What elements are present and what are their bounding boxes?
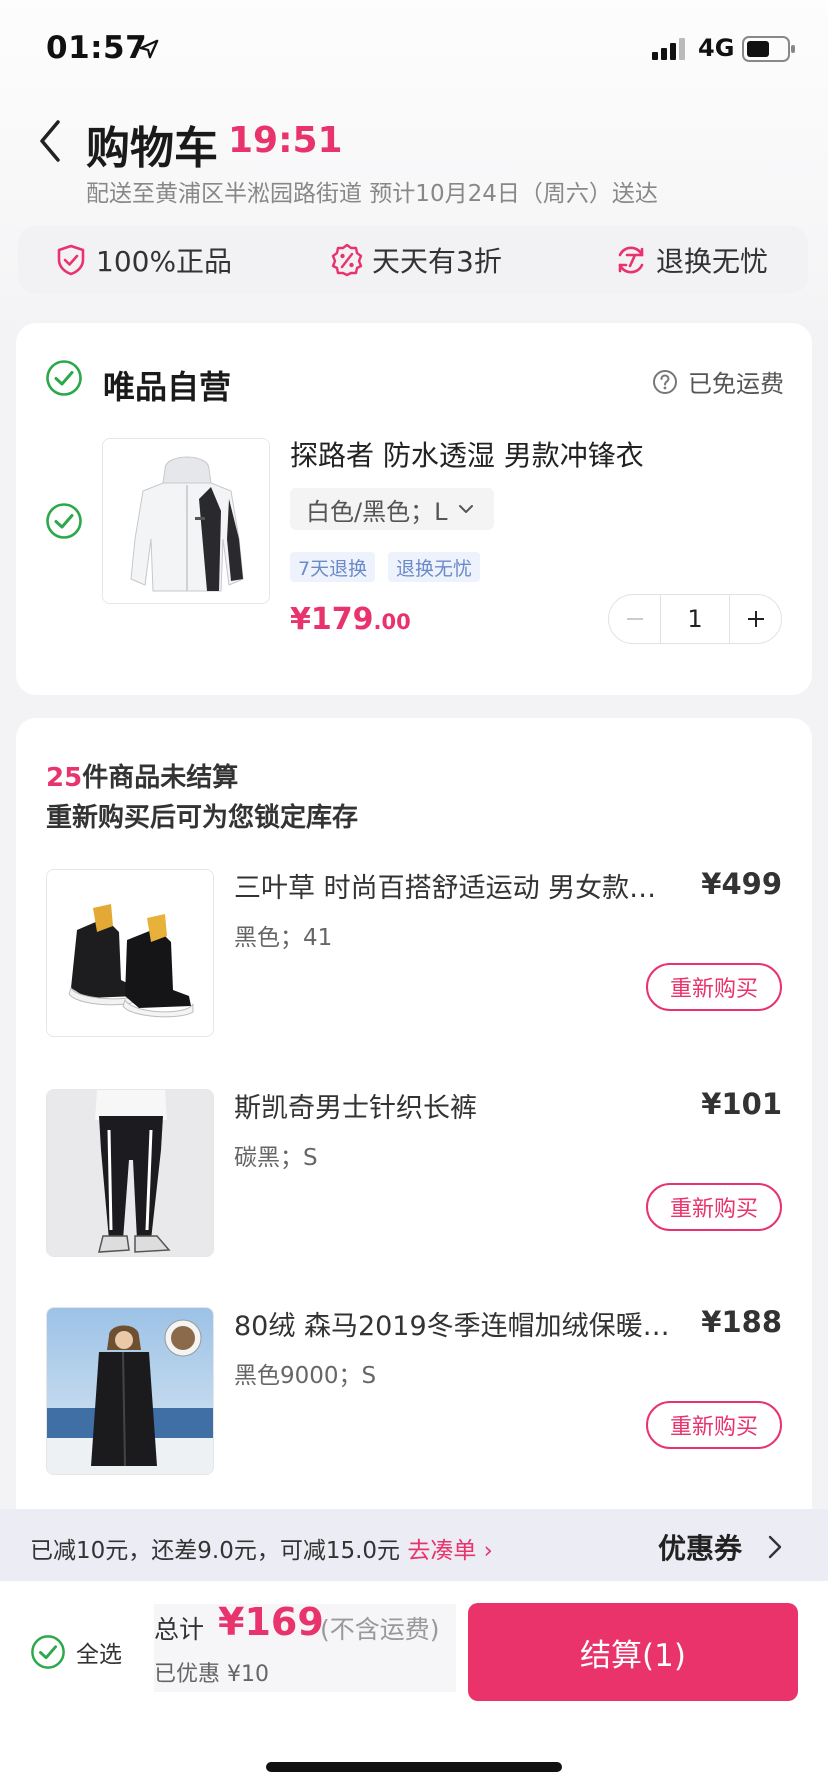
increase-button[interactable] (729, 594, 781, 644)
jacket-image (103, 439, 269, 603)
item-sku: 碳黑；S (234, 1145, 318, 1171)
discount-icon (331, 243, 363, 277)
minus-icon (626, 618, 643, 620)
coupon-label: 优惠券 (658, 1532, 743, 1565)
product-image-pants[interactable] (46, 1089, 214, 1257)
discount-saved[interactable]: 已优惠 ¥10 (154, 1656, 269, 1688)
guarantee-label: 天天有3折 (372, 245, 502, 278)
total-amount: ¥169 (218, 1600, 324, 1644)
plus-icon (747, 611, 764, 627)
page-title: 购物车 (86, 123, 218, 174)
rebuy-button[interactable]: 重新购买 (646, 1401, 782, 1449)
delivery-info[interactable]: 配送至黄浦区半淞园路街道 预计10月24日（周六）送达 (86, 174, 658, 208)
item-check-icon[interactable] (45, 502, 83, 540)
product-price: ¥179.00 (290, 602, 411, 637)
lock-stock-note: 重新购买后可为您锁定库存 (46, 803, 359, 833)
total-note: (不含运费) (320, 1615, 440, 1644)
status-bar: 01:57 4G (0, 0, 828, 100)
shoes-image (47, 870, 213, 1036)
select-all-label: 全选 (76, 1642, 122, 1668)
unsettled-count: 25件商品未结算 (46, 757, 238, 794)
home-indicator (266, 1762, 562, 1772)
item-price: ¥188 (701, 1305, 782, 1339)
chevron-down-icon (459, 505, 474, 513)
item-sku: 黑色9000；S (234, 1363, 377, 1389)
sku-label: 白色/黑色；L (306, 497, 448, 526)
price-main: ¥179 (290, 602, 374, 637)
guarantee-authentic: 100%正品 (54, 238, 232, 282)
free-shipping-label: 已免运费 (688, 370, 784, 398)
status-time: 01:57 (46, 30, 148, 66)
item-title[interactable]: 斯凯奇男士针织长裤 (234, 1086, 674, 1125)
guarantee-discount: 天天有3折 (330, 238, 502, 282)
guarantee-label: 100%正品 (96, 245, 233, 278)
shield-check-icon (57, 244, 85, 276)
unsettled-suffix: 件商品未结算 (82, 763, 239, 793)
location-arrow-icon (139, 39, 159, 59)
item-price: ¥101 (701, 1087, 782, 1121)
coat-image (47, 1308, 213, 1474)
product-title[interactable]: 探路者 防水透湿 男款冲锋衣 (290, 434, 644, 474)
tag-7day-return: 7天退换 (290, 552, 376, 582)
store-name: 唯品自营 (103, 368, 232, 406)
item-title[interactable]: 80绒 森马2019冬季连帽加绒保暖… (234, 1304, 674, 1343)
promo-text: 已减10元，还差9.0元，可减15.0元 去凑单 › (30, 1531, 493, 1565)
unsettled-number: 25 (46, 763, 83, 793)
quantity-value[interactable]: 1 (661, 605, 729, 633)
checkout-button[interactable]: 结算(1) (468, 1603, 798, 1701)
select-all-check-icon[interactable] (30, 1634, 66, 1670)
guarantee-label: 退换无忧 (656, 245, 769, 278)
network-type: 4G (698, 34, 735, 62)
total-label: 总计 (154, 1615, 205, 1644)
sku-selector[interactable]: 白色/黑色；L (290, 488, 494, 530)
product-image-shoes[interactable] (46, 869, 214, 1037)
promo-message: 已减10元，还差9.0元，可减15.0元 (30, 1538, 401, 1564)
guarantee-bar: 100%正品 天天有3折 退换无忧 (18, 226, 808, 294)
signal-icon (652, 38, 685, 60)
quantity-stepper: 1 (608, 594, 782, 644)
help-circle-icon[interactable] (652, 369, 678, 395)
store-check-icon[interactable] (45, 359, 83, 397)
pants-image (47, 1090, 213, 1256)
guarantee-return: 退换无忧 (614, 238, 768, 282)
chevron-right-icon (768, 1535, 782, 1559)
back-arrow-icon[interactable] (36, 118, 64, 164)
add-more-link[interactable]: 去凑单 › (407, 1538, 493, 1564)
free-shipping-info[interactable]: 已免运费 (652, 364, 784, 399)
item-sku: 黑色；41 (234, 925, 333, 951)
tag-worry-free: 退换无忧 (388, 552, 481, 582)
decrease-button[interactable] (609, 594, 661, 644)
price-decimal: .00 (373, 610, 411, 634)
product-image-coat[interactable] (46, 1307, 214, 1475)
coupon-button[interactable]: 优惠券 (658, 1527, 786, 1567)
select-all-toggle[interactable]: 全选 (30, 1634, 122, 1670)
promo-bar: 已减10元，还差9.0元，可减15.0元 去凑单 › 优惠券 (0, 1509, 828, 1581)
battery-icon (742, 36, 795, 62)
rebuy-button[interactable]: 重新购买 (646, 1183, 782, 1231)
item-title[interactable]: 三叶草 时尚百搭舒适运动 男女款… (234, 866, 674, 905)
return-7-icon (618, 246, 644, 274)
countdown-timer: 19:51 (228, 120, 343, 161)
item-price: ¥499 (701, 867, 782, 901)
product-image-jacket[interactable] (102, 438, 270, 604)
rebuy-button[interactable]: 重新购买 (646, 963, 782, 1011)
